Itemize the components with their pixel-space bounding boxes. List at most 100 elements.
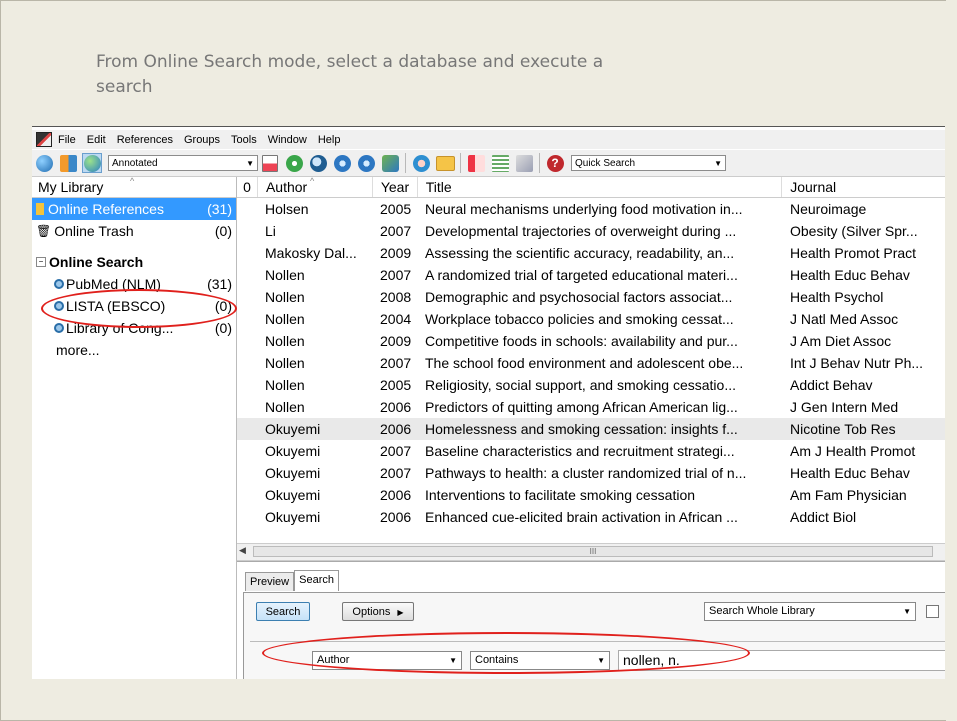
author-column-header[interactable]: Author ^ bbox=[258, 177, 373, 197]
more-databases-link[interactable]: more... bbox=[32, 339, 236, 361]
endnote-window: File Edit References Groups Tools Window… bbox=[32, 126, 945, 679]
quick-search-input[interactable]: Quick Search ▼ bbox=[571, 155, 726, 171]
local-library-mode-icon[interactable] bbox=[34, 153, 54, 173]
reference-row[interactable]: Holsen 2005 Neural mechanisms underlying f… bbox=[237, 198, 945, 220]
reference-row[interactable]: Okuyemi 2007 Pathways to health: a cluster… bbox=[237, 462, 945, 484]
author-header-label: Author bbox=[265, 179, 308, 195]
reference-row[interactable]: Nollen 2008 Demographic and psychosocial f… bbox=[237, 286, 945, 308]
menu-groups[interactable]: Groups bbox=[184, 134, 220, 146]
title-cell: Pathways to health: a cluster randomized… bbox=[425, 465, 747, 481]
author-cell: Holsen bbox=[265, 201, 309, 217]
menu-tools[interactable]: Tools bbox=[231, 134, 257, 146]
author-cell: Okuyemi bbox=[265, 509, 321, 525]
author-cell: Okuyemi bbox=[265, 465, 321, 481]
help-icon[interactable]: ? bbox=[545, 153, 565, 173]
reference-row[interactable]: Okuyemi 2007 Baseline characteristics and … bbox=[237, 440, 945, 462]
search-scope-value: Search Whole Library bbox=[709, 605, 815, 617]
reference-row[interactable]: Nollen 2007 A randomized trial of targeted… bbox=[237, 264, 945, 286]
tab-search[interactable]: Search bbox=[294, 570, 339, 591]
open-link-icon[interactable] bbox=[411, 153, 431, 173]
reference-row[interactable]: Nollen 2004 Workplace tobacco policies and… bbox=[237, 308, 945, 330]
scrollbar-thumb[interactable]: III bbox=[253, 546, 933, 557]
attachment-cell bbox=[237, 330, 257, 352]
my-library-header[interactable]: My Library ^ bbox=[32, 176, 236, 198]
reference-row[interactable]: Nollen 2005 Religiosity, social support, a… bbox=[237, 374, 945, 396]
tab-preview[interactable]: Preview bbox=[245, 572, 295, 591]
title-cell: Developmental trajectories of overweight… bbox=[425, 223, 737, 239]
search-icon bbox=[54, 323, 64, 333]
new-reference-icon[interactable] bbox=[284, 153, 304, 173]
search-button[interactable]: Search bbox=[256, 602, 310, 621]
search-icon bbox=[54, 279, 64, 289]
horizontal-scrollbar[interactable]: ◀ III bbox=[237, 543, 945, 561]
online-references-item[interactable]: Online References (31) bbox=[32, 198, 236, 220]
online-references-label: Online References bbox=[48, 201, 164, 217]
format-bibliography-icon[interactable] bbox=[490, 153, 510, 173]
options-button[interactable]: Options ▶ bbox=[342, 602, 414, 621]
journal-cell: Neuroimage bbox=[790, 201, 867, 217]
year-cell: 2009 bbox=[380, 245, 412, 261]
title-cell: Religiosity, social support, and smoking… bbox=[425, 377, 736, 393]
year-cell: 2006 bbox=[380, 421, 412, 437]
title-cell: Baseline characteristics and recruitment… bbox=[425, 443, 735, 459]
attachment-cell bbox=[237, 352, 257, 374]
match-case-checkbox[interactable] bbox=[926, 605, 939, 618]
return-to-word-icon[interactable] bbox=[514, 153, 534, 173]
reference-row[interactable]: Okuyemi 2006 Homelessness and smoking cess… bbox=[237, 418, 945, 440]
menu-edit[interactable]: Edit bbox=[87, 134, 106, 146]
menu-references[interactable]: References bbox=[117, 134, 173, 146]
search-scope-select[interactable]: Search Whole Library ▼ bbox=[704, 602, 916, 621]
app-icon[interactable] bbox=[36, 132, 52, 147]
year-cell: 2007 bbox=[380, 223, 412, 239]
online-search-icon[interactable] bbox=[308, 153, 328, 173]
options-label: Options bbox=[352, 606, 391, 618]
author-cell: Nollen bbox=[265, 333, 305, 349]
attachment-cell bbox=[237, 242, 257, 264]
export-icon[interactable] bbox=[260, 153, 280, 173]
online-references-count: (31) bbox=[207, 201, 232, 217]
year-column-header[interactable]: Year bbox=[373, 177, 418, 197]
more-label: more... bbox=[56, 342, 100, 358]
slide-caption: From Online Search mode, select a databa… bbox=[96, 52, 604, 97]
reference-row[interactable]: Okuyemi 2006 Interventions to facilitate s… bbox=[237, 484, 945, 506]
journal-column-header[interactable]: Journal bbox=[782, 177, 945, 197]
reference-row[interactable]: Makosky Dal... 2009 Assessing the scientif… bbox=[237, 242, 945, 264]
menu-file[interactable]: File bbox=[58, 134, 76, 146]
title-cell: The school food environment and adolesce… bbox=[425, 355, 744, 371]
open-file-icon[interactable] bbox=[435, 153, 455, 173]
online-trash-item[interactable]: 🗑 Online Trash (0) bbox=[32, 220, 236, 242]
online-search-group[interactable]: − Online Search bbox=[32, 251, 236, 273]
menu-window[interactable]: Window bbox=[268, 134, 307, 146]
title-column-header[interactable]: Title bbox=[418, 177, 783, 197]
author-cell: Nollen bbox=[265, 399, 305, 415]
author-cell: Okuyemi bbox=[265, 421, 321, 437]
reference-row[interactable]: Nollen 2009 Competitive foods in schools: … bbox=[237, 330, 945, 352]
reference-row[interactable]: Okuyemi 2006 Enhanced cue-elicited brain a… bbox=[237, 506, 945, 528]
reference-row[interactable]: Nollen 2007 The school food environment an… bbox=[237, 352, 945, 374]
sort-caret-icon: ^ bbox=[130, 176, 135, 186]
journal-cell: Int J Behav Nutr Ph... bbox=[790, 355, 924, 371]
author-cell: Nollen bbox=[265, 377, 305, 393]
collapse-icon[interactable]: − bbox=[36, 257, 46, 267]
output-style-select[interactable]: Annotated ▼ bbox=[108, 155, 258, 171]
author-cell: Nollen bbox=[265, 267, 305, 283]
year-cell: 2007 bbox=[380, 443, 412, 459]
attachment-cell bbox=[237, 506, 257, 528]
reference-row[interactable]: Nollen 2006 Predictors of quitting among A… bbox=[237, 396, 945, 418]
scroll-left-icon[interactable]: ◀ bbox=[239, 545, 246, 556]
attachment-column-header[interactable]: 0 bbox=[237, 177, 258, 197]
toolbar-separator bbox=[405, 153, 406, 173]
insert-citation-icon[interactable] bbox=[466, 153, 486, 173]
upload-icon[interactable] bbox=[356, 153, 376, 173]
journal-cell: J Natl Med Assoc bbox=[790, 311, 899, 327]
integrated-library-mode-icon[interactable] bbox=[58, 153, 78, 173]
download-icon[interactable] bbox=[332, 153, 352, 173]
online-search-mode-icon[interactable] bbox=[82, 153, 102, 173]
title-cell: Enhanced cue-elicited brain activation i… bbox=[425, 509, 738, 525]
trash-icon: 🗑 bbox=[36, 224, 52, 238]
author-cell: Nollen bbox=[265, 289, 305, 305]
menu-help[interactable]: Help bbox=[318, 134, 341, 146]
reference-row[interactable]: Li 2007 Developmental trajectories of over… bbox=[237, 220, 945, 242]
find-full-text-icon[interactable] bbox=[380, 153, 400, 173]
author-cell: Makosky Dal... bbox=[265, 245, 357, 261]
